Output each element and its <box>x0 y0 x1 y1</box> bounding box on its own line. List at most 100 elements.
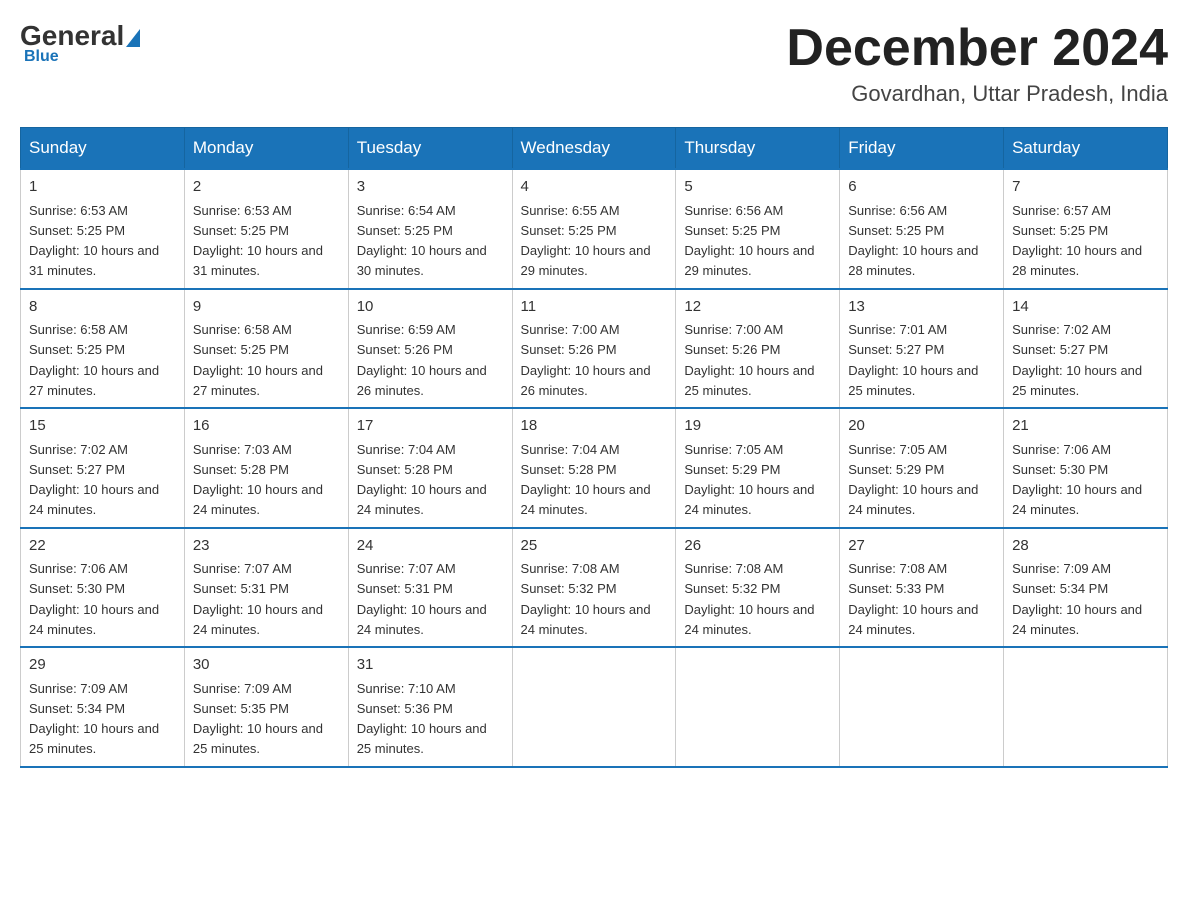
table-row: 25 Sunrise: 7:08 AMSunset: 5:32 PMDaylig… <box>512 528 676 648</box>
day-number: 1 <box>29 176 176 199</box>
day-info: Sunrise: 6:59 AMSunset: 5:26 PMDaylight:… <box>357 322 487 398</box>
table-row: 21 Sunrise: 7:06 AMSunset: 5:30 PMDaylig… <box>1004 408 1168 528</box>
day-info: Sunrise: 6:58 AMSunset: 5:25 PMDaylight:… <box>193 322 323 398</box>
day-info: Sunrise: 6:57 AMSunset: 5:25 PMDaylight:… <box>1012 203 1142 279</box>
table-row: 8 Sunrise: 6:58 AMSunset: 5:25 PMDayligh… <box>21 289 185 409</box>
day-info: Sunrise: 7:06 AMSunset: 5:30 PMDaylight:… <box>1012 442 1142 518</box>
day-info: Sunrise: 7:02 AMSunset: 5:27 PMDaylight:… <box>1012 322 1142 398</box>
day-info: Sunrise: 7:04 AMSunset: 5:28 PMDaylight:… <box>521 442 651 518</box>
day-number: 13 <box>848 296 995 319</box>
day-info: Sunrise: 7:09 AMSunset: 5:34 PMDaylight:… <box>29 681 159 757</box>
header-friday: Friday <box>840 128 1004 170</box>
day-number: 21 <box>1012 415 1159 438</box>
day-number: 18 <box>521 415 668 438</box>
table-row: 12 Sunrise: 7:00 AMSunset: 5:26 PMDaylig… <box>676 289 840 409</box>
day-number: 6 <box>848 176 995 199</box>
day-info: Sunrise: 6:56 AMSunset: 5:25 PMDaylight:… <box>684 203 814 279</box>
day-info: Sunrise: 7:07 AMSunset: 5:31 PMDaylight:… <box>357 561 487 637</box>
table-row: 14 Sunrise: 7:02 AMSunset: 5:27 PMDaylig… <box>1004 289 1168 409</box>
day-info: Sunrise: 7:09 AMSunset: 5:35 PMDaylight:… <box>193 681 323 757</box>
logo-blue-text: Blue <box>24 48 59 66</box>
day-number: 9 <box>193 296 340 319</box>
day-number: 15 <box>29 415 176 438</box>
day-info: Sunrise: 6:53 AMSunset: 5:25 PMDaylight:… <box>29 203 159 279</box>
table-row: 28 Sunrise: 7:09 AMSunset: 5:34 PMDaylig… <box>1004 528 1168 648</box>
day-number: 8 <box>29 296 176 319</box>
day-info: Sunrise: 7:05 AMSunset: 5:29 PMDaylight:… <box>848 442 978 518</box>
day-info: Sunrise: 6:55 AMSunset: 5:25 PMDaylight:… <box>521 203 651 279</box>
logo-arrow-icon <box>126 29 140 47</box>
location: Govardhan, Uttar Pradesh, India <box>786 81 1168 107</box>
day-number: 11 <box>521 296 668 319</box>
table-row: 15 Sunrise: 7:02 AMSunset: 5:27 PMDaylig… <box>21 408 185 528</box>
table-row: 2 Sunrise: 6:53 AMSunset: 5:25 PMDayligh… <box>184 169 348 289</box>
header-wednesday: Wednesday <box>512 128 676 170</box>
table-row: 29 Sunrise: 7:09 AMSunset: 5:34 PMDaylig… <box>21 647 185 767</box>
day-info: Sunrise: 6:54 AMSunset: 5:25 PMDaylight:… <box>357 203 487 279</box>
day-info: Sunrise: 7:07 AMSunset: 5:31 PMDaylight:… <box>193 561 323 637</box>
table-row: 23 Sunrise: 7:07 AMSunset: 5:31 PMDaylig… <box>184 528 348 648</box>
table-row: 22 Sunrise: 7:06 AMSunset: 5:30 PMDaylig… <box>21 528 185 648</box>
day-number: 4 <box>521 176 668 199</box>
table-row: 19 Sunrise: 7:05 AMSunset: 5:29 PMDaylig… <box>676 408 840 528</box>
day-number: 26 <box>684 535 831 558</box>
table-row: 24 Sunrise: 7:07 AMSunset: 5:31 PMDaylig… <box>348 528 512 648</box>
table-row: 11 Sunrise: 7:00 AMSunset: 5:26 PMDaylig… <box>512 289 676 409</box>
day-number: 22 <box>29 535 176 558</box>
month-title: December 2024 <box>786 20 1168 77</box>
day-info: Sunrise: 7:02 AMSunset: 5:27 PMDaylight:… <box>29 442 159 518</box>
day-info: Sunrise: 7:08 AMSunset: 5:32 PMDaylight:… <box>684 561 814 637</box>
table-row <box>512 647 676 767</box>
title-section: December 2024 Govardhan, Uttar Pradesh, … <box>786 20 1168 107</box>
table-row: 27 Sunrise: 7:08 AMSunset: 5:33 PMDaylig… <box>840 528 1004 648</box>
day-info: Sunrise: 7:01 AMSunset: 5:27 PMDaylight:… <box>848 322 978 398</box>
calendar-week-row: 29 Sunrise: 7:09 AMSunset: 5:34 PMDaylig… <box>21 647 1168 767</box>
day-number: 19 <box>684 415 831 438</box>
day-info: Sunrise: 6:56 AMSunset: 5:25 PMDaylight:… <box>848 203 978 279</box>
table-row: 10 Sunrise: 6:59 AMSunset: 5:26 PMDaylig… <box>348 289 512 409</box>
day-number: 23 <box>193 535 340 558</box>
table-row: 4 Sunrise: 6:55 AMSunset: 5:25 PMDayligh… <box>512 169 676 289</box>
day-info: Sunrise: 7:08 AMSunset: 5:33 PMDaylight:… <box>848 561 978 637</box>
table-row: 20 Sunrise: 7:05 AMSunset: 5:29 PMDaylig… <box>840 408 1004 528</box>
table-row: 17 Sunrise: 7:04 AMSunset: 5:28 PMDaylig… <box>348 408 512 528</box>
day-info: Sunrise: 7:05 AMSunset: 5:29 PMDaylight:… <box>684 442 814 518</box>
day-number: 30 <box>193 654 340 677</box>
day-number: 2 <box>193 176 340 199</box>
table-row: 26 Sunrise: 7:08 AMSunset: 5:32 PMDaylig… <box>676 528 840 648</box>
header-thursday: Thursday <box>676 128 840 170</box>
table-row: 30 Sunrise: 7:09 AMSunset: 5:35 PMDaylig… <box>184 647 348 767</box>
table-row: 1 Sunrise: 6:53 AMSunset: 5:25 PMDayligh… <box>21 169 185 289</box>
calendar-week-row: 22 Sunrise: 7:06 AMSunset: 5:30 PMDaylig… <box>21 528 1168 648</box>
day-info: Sunrise: 7:03 AMSunset: 5:28 PMDaylight:… <box>193 442 323 518</box>
calendar-week-row: 1 Sunrise: 6:53 AMSunset: 5:25 PMDayligh… <box>21 169 1168 289</box>
day-info: Sunrise: 7:00 AMSunset: 5:26 PMDaylight:… <box>521 322 651 398</box>
day-info: Sunrise: 7:06 AMSunset: 5:30 PMDaylight:… <box>29 561 159 637</box>
table-row: 13 Sunrise: 7:01 AMSunset: 5:27 PMDaylig… <box>840 289 1004 409</box>
header-sunday: Sunday <box>21 128 185 170</box>
day-number: 25 <box>521 535 668 558</box>
day-number: 31 <box>357 654 504 677</box>
calendar-week-row: 15 Sunrise: 7:02 AMSunset: 5:27 PMDaylig… <box>21 408 1168 528</box>
header-saturday: Saturday <box>1004 128 1168 170</box>
table-row: 31 Sunrise: 7:10 AMSunset: 5:36 PMDaylig… <box>348 647 512 767</box>
day-number: 20 <box>848 415 995 438</box>
day-info: Sunrise: 6:53 AMSunset: 5:25 PMDaylight:… <box>193 203 323 279</box>
table-row: 7 Sunrise: 6:57 AMSunset: 5:25 PMDayligh… <box>1004 169 1168 289</box>
table-row <box>1004 647 1168 767</box>
header-tuesday: Tuesday <box>348 128 512 170</box>
table-row: 6 Sunrise: 6:56 AMSunset: 5:25 PMDayligh… <box>840 169 1004 289</box>
table-row <box>676 647 840 767</box>
day-number: 5 <box>684 176 831 199</box>
day-info: Sunrise: 7:09 AMSunset: 5:34 PMDaylight:… <box>1012 561 1142 637</box>
day-number: 28 <box>1012 535 1159 558</box>
day-info: Sunrise: 7:00 AMSunset: 5:26 PMDaylight:… <box>684 322 814 398</box>
table-row <box>840 647 1004 767</box>
calendar-week-row: 8 Sunrise: 6:58 AMSunset: 5:25 PMDayligh… <box>21 289 1168 409</box>
header-monday: Monday <box>184 128 348 170</box>
day-number: 16 <box>193 415 340 438</box>
day-number: 12 <box>684 296 831 319</box>
page-header: General Blue December 2024 Govardhan, Ut… <box>20 20 1168 107</box>
table-row: 5 Sunrise: 6:56 AMSunset: 5:25 PMDayligh… <box>676 169 840 289</box>
logo: General Blue <box>20 20 142 66</box>
